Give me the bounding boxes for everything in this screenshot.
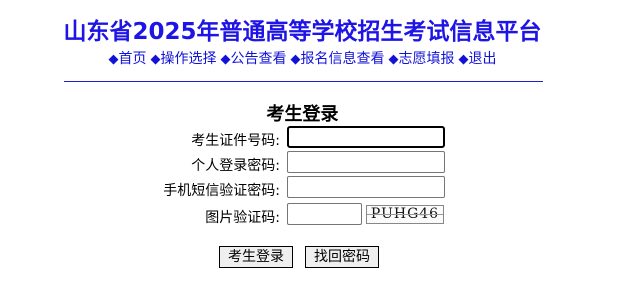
password-row: 个人登录密码: — [0, 151, 635, 175]
top-nav: ◆首页 ◆操作选择 ◆公告查看 ◆报名信息查看 ◆志愿填报 ◆退出 — [0, 48, 605, 68]
id-number-input[interactable] — [287, 126, 445, 148]
sms-code-row: 手机短信验证密码: — [0, 176, 635, 200]
nav-bullet-icon: ◆ — [220, 52, 231, 67]
nav-operation-select-link[interactable]: 操作选择 — [161, 51, 217, 67]
nav-home-link[interactable]: 首页 — [119, 51, 147, 67]
login-title: 考生登录 — [266, 104, 339, 125]
nav-bullet-icon: ◆ — [458, 52, 469, 67]
captcha-image[interactable]: PUHG46 — [366, 205, 444, 224]
captcha-row: 图片验证码: PUHG46 — [0, 203, 635, 227]
nav-bullet-icon: ◆ — [388, 52, 399, 67]
id-number-label: 考生证件号码: — [191, 133, 280, 149]
nav-bullet-icon: ◆ — [150, 52, 161, 67]
nav-bullet-icon: ◆ — [290, 52, 301, 67]
nav-application-link[interactable]: 志愿填报 — [399, 51, 455, 67]
nav-bullet-icon: ◆ — [108, 52, 119, 67]
id-number-row: 考生证件号码: — [0, 126, 635, 150]
recover-password-button[interactable]: 找回密码 — [305, 246, 379, 268]
captcha-label: 图片验证码: — [205, 210, 280, 226]
site-title: 山东省2025年普通高等学校招生考试信息平台 — [63, 19, 542, 45]
captcha-input[interactable] — [287, 203, 362, 225]
header-divider — [64, 81, 543, 82]
captcha-noise-line — [367, 214, 443, 215]
nav-announcements-link[interactable]: 公告查看 — [231, 51, 287, 67]
nav-registration-info-link[interactable]: 报名信息查看 — [301, 51, 385, 67]
password-label: 个人登录密码: — [191, 158, 280, 174]
password-input[interactable] — [287, 151, 445, 173]
sms-code-label: 手机短信验证密码: — [163, 183, 280, 199]
sms-code-input[interactable] — [287, 176, 445, 198]
nav-logout-link[interactable]: 退出 — [469, 51, 497, 67]
login-button[interactable]: 考生登录 — [219, 246, 293, 268]
